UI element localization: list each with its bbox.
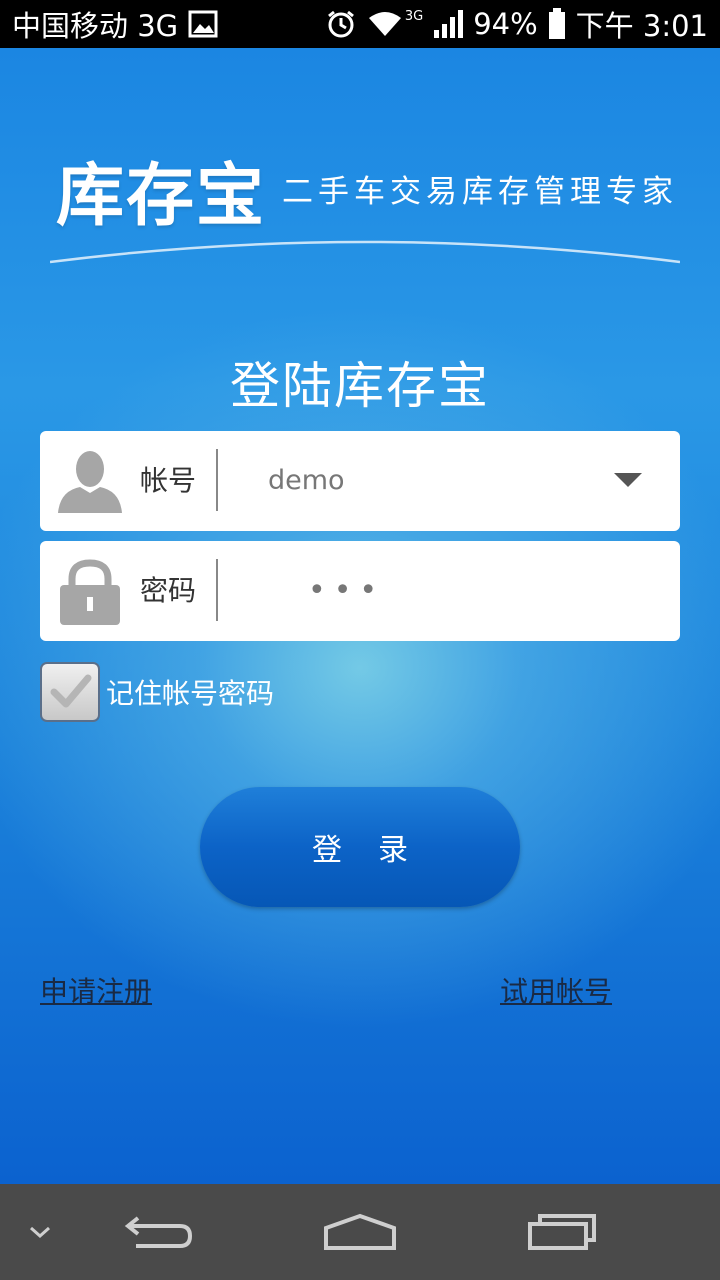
lock-icon <box>60 559 120 625</box>
password-input[interactable]: ••• <box>308 541 385 641</box>
field-divider <box>216 449 218 511</box>
nav-collapse-button[interactable] <box>28 1184 52 1280</box>
login-button[interactable]: 登录 <box>200 787 520 907</box>
recent-apps-icon <box>528 1214 596 1250</box>
remember-label[interactable]: 记住帐号密码 <box>106 672 274 712</box>
dropdown-arrow-icon[interactable] <box>614 473 642 487</box>
brand-logo: 库存宝 <box>56 156 267 236</box>
back-icon <box>124 1216 193 1248</box>
carrier-label: 中国移动 3G <box>12 9 179 43</box>
remember-checkbox[interactable] <box>40 662 100 722</box>
nav-back-button[interactable] <box>124 1184 194 1280</box>
network-badge: 3G <box>404 9 424 24</box>
page-title: 登陆库存宝 <box>230 357 490 415</box>
account-field[interactable]: 帐号 demo <box>40 431 680 531</box>
image-icon <box>188 10 218 38</box>
signal-icon <box>433 9 464 39</box>
user-icon <box>58 451 122 513</box>
wifi-icon <box>367 10 403 38</box>
status-bar: 中国移动 3G 3G 94% 下午 3:01 <box>0 0 720 48</box>
checkmark-icon <box>50 674 92 708</box>
account-input[interactable]: demo <box>268 431 345 531</box>
password-field[interactable]: 密码 ••• <box>40 541 680 641</box>
login-screen: 库存宝 二手车交易库存管理专家 登陆库存宝 帐号 demo 密码 ••• 记住帐… <box>0 48 720 1184</box>
register-link[interactable]: 申请注册 <box>40 970 152 1010</box>
status-bar-right: 3G 94% 下午 3:01 <box>325 3 708 45</box>
nav-home-button[interactable] <box>322 1184 398 1280</box>
logo-arc-decoration <box>50 240 680 264</box>
remember-row[interactable]: 记住帐号密码 <box>40 662 274 722</box>
navigation-bar <box>0 1184 720 1280</box>
alarm-icon <box>325 8 357 40</box>
battery-icon <box>548 8 566 40</box>
chevron-down-icon <box>30 1226 50 1239</box>
battery-percent: 94% <box>473 7 538 41</box>
trial-account-link[interactable]: 试用帐号 <box>500 970 612 1010</box>
password-label: 密码 <box>140 574 197 607</box>
clock: 下午 3:01 <box>575 9 708 43</box>
account-label: 帐号 <box>140 464 197 497</box>
status-bar-left: 中国移动 3G <box>12 3 218 45</box>
home-icon <box>324 1213 396 1250</box>
nav-recent-button[interactable] <box>526 1184 598 1280</box>
brand-tagline: 二手车交易库存管理专家 <box>282 174 678 210</box>
field-divider <box>216 559 218 621</box>
